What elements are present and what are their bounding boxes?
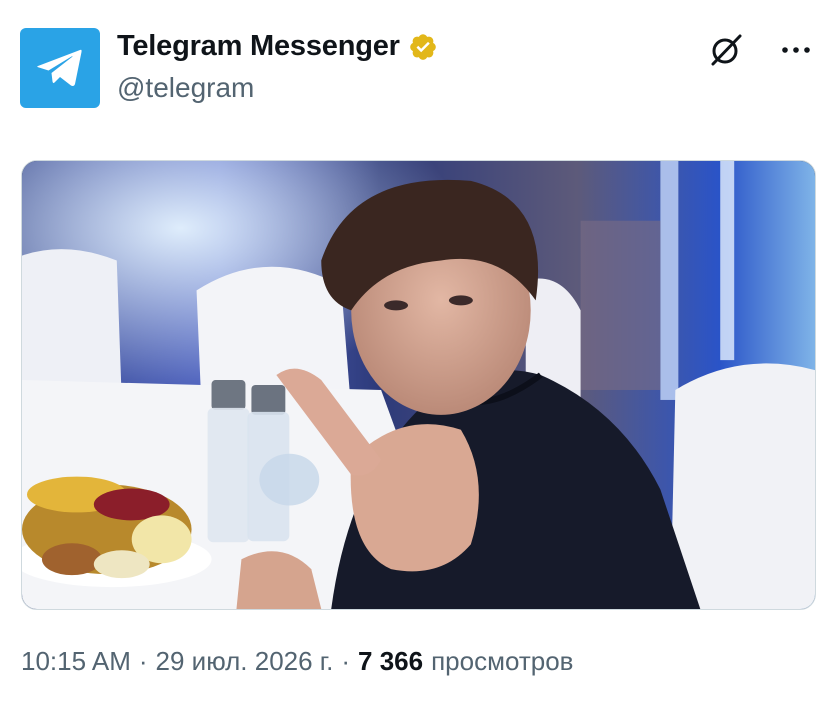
grok-icon: [711, 34, 742, 66]
tweet-date[interactable]: 29 июл. 2026 г.: [156, 646, 334, 677]
author-display-name[interactable]: Telegram Messenger: [117, 30, 400, 63]
header-actions: [706, 30, 816, 70]
more-horizontal-icon: [782, 47, 810, 53]
views-count[interactable]: 7 366: [358, 646, 423, 677]
separator: ·: [138, 646, 148, 676]
tweet: Telegram Messenger @telegram 10:15 AM · …: [0, 0, 840, 704]
gold-verified-badge-icon[interactable]: [408, 32, 438, 62]
tweet-time[interactable]: 10:15 AM: [21, 646, 131, 677]
grok-button[interactable]: [706, 30, 746, 70]
more-button[interactable]: [776, 30, 816, 70]
tweet-meta: 10:15 AM · 29 июл. 2026 г. · 7 366 просм…: [21, 646, 574, 677]
tweet-photo[interactable]: [21, 160, 816, 610]
avatar[interactable]: [20, 28, 100, 108]
separator: ·: [341, 646, 351, 676]
photo-illustration: [22, 161, 815, 609]
telegram-paper-plane-icon: [37, 49, 82, 86]
views-label: просмотров: [431, 646, 574, 676]
author-handle[interactable]: @telegram: [117, 72, 254, 104]
author-name-row: Telegram Messenger: [117, 30, 438, 63]
